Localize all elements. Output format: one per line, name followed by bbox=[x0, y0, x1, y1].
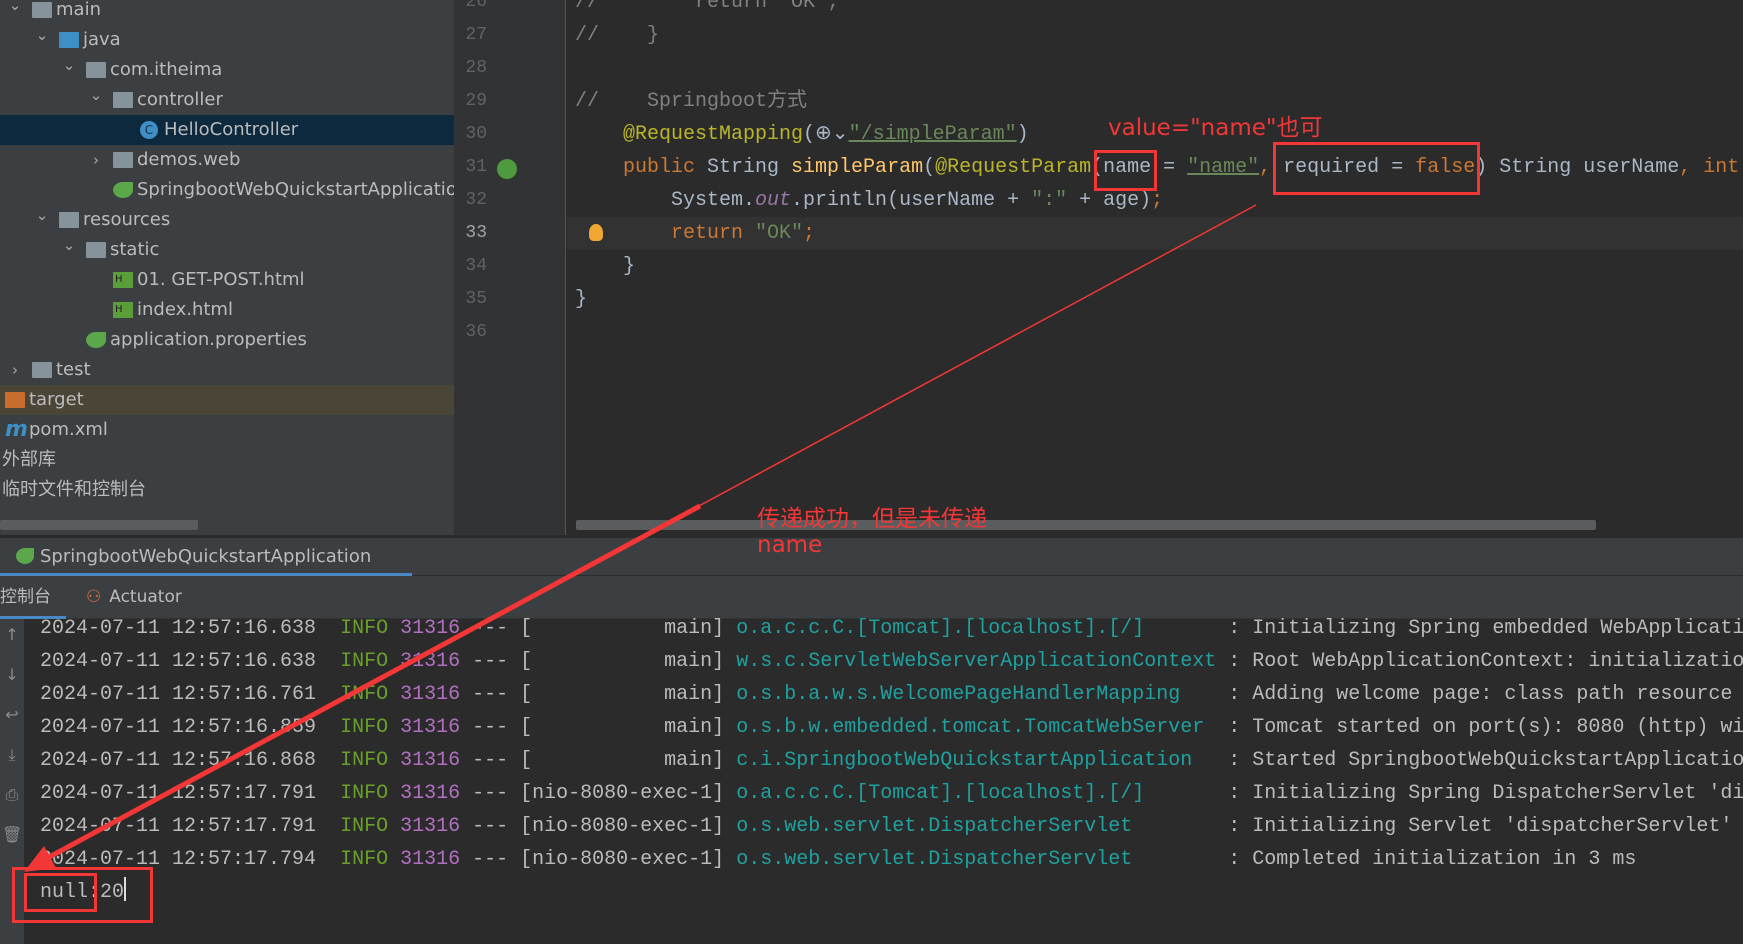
line-number: 28 bbox=[465, 58, 487, 78]
line-number: 26 bbox=[465, 0, 487, 12]
line-number: 34 bbox=[465, 256, 487, 276]
line-number: 36 bbox=[465, 322, 487, 342]
line-number: 32 bbox=[465, 190, 487, 210]
line-number: 31 bbox=[465, 157, 487, 177]
intention-bulb-icon[interactable] bbox=[589, 224, 603, 241]
line-number: 30 bbox=[465, 124, 487, 144]
line-number: 33 bbox=[465, 223, 487, 243]
line-number: 35 bbox=[465, 289, 487, 309]
line-number: 27 bbox=[465, 25, 487, 45]
line-number: 29 bbox=[465, 91, 487, 111]
spring-endpoint-icon[interactable] bbox=[497, 159, 517, 179]
annotation-arrow bbox=[24, 204, 1257, 872]
